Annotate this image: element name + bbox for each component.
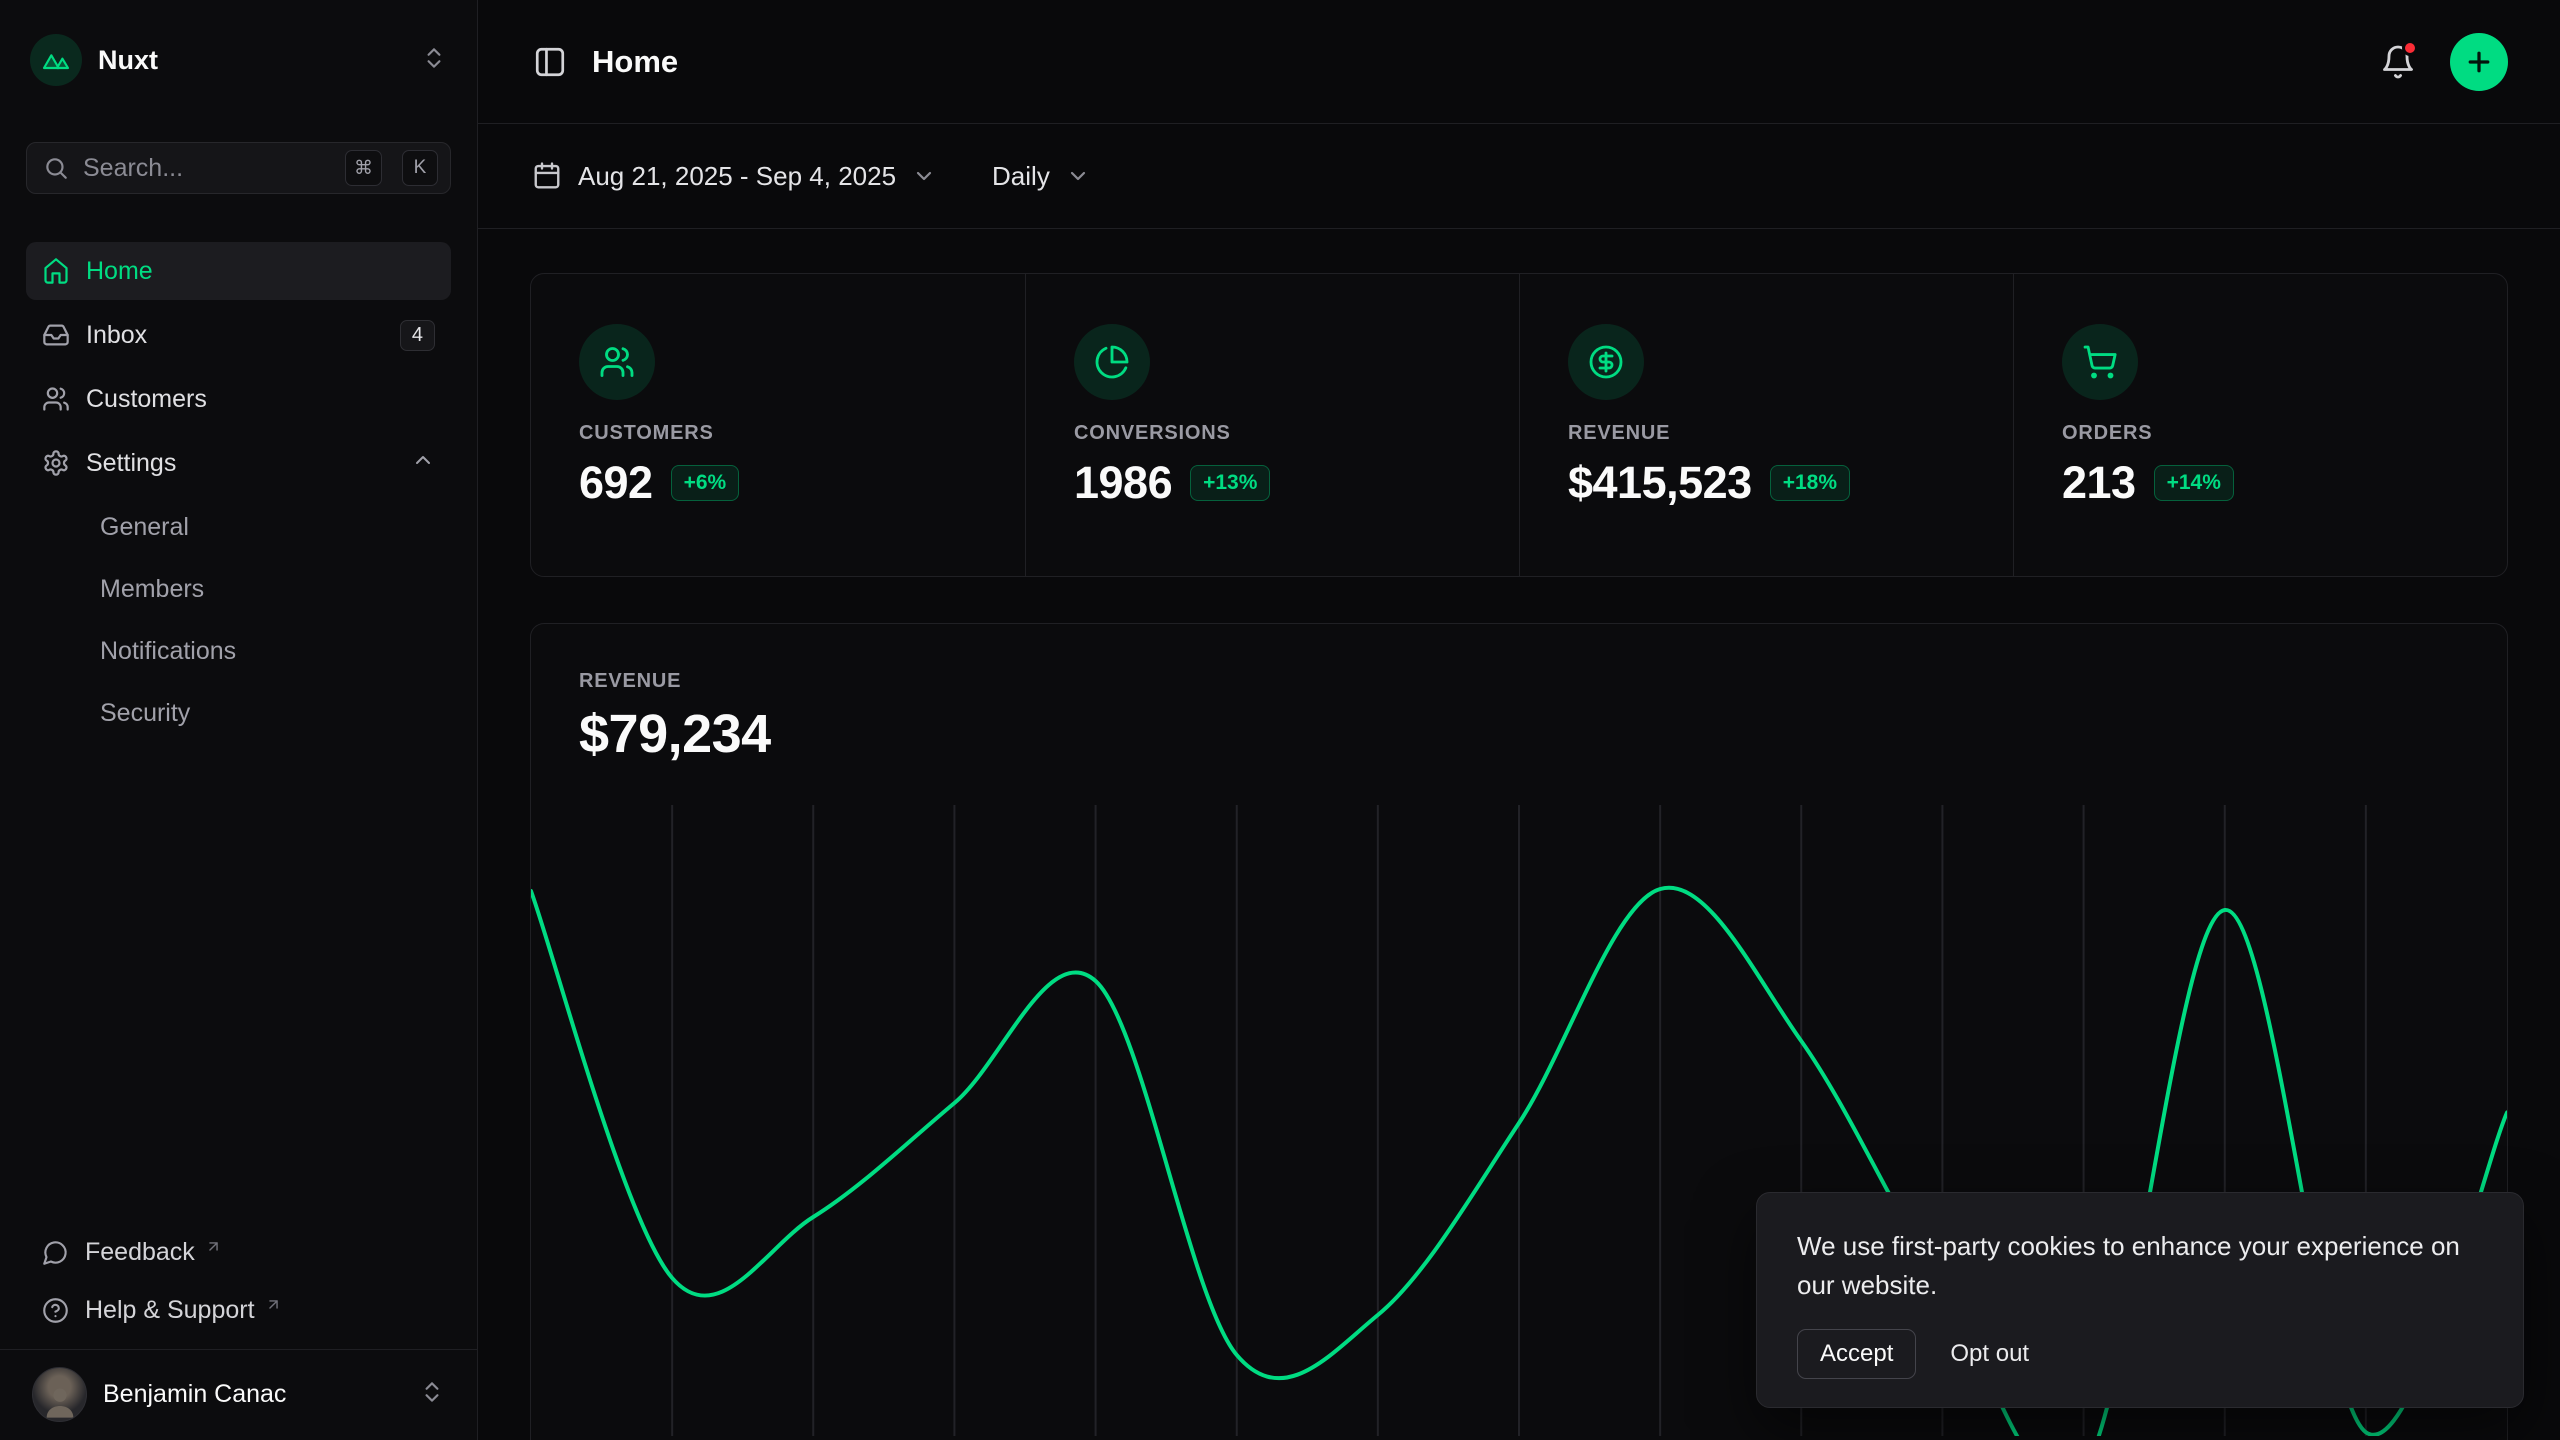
sidebar-item-security[interactable]: Security bbox=[26, 684, 451, 742]
sidebar-user-section: Benjamin Canac bbox=[0, 1349, 477, 1440]
stat-card-customers[interactable]: Customers 692 +6% bbox=[531, 274, 1025, 576]
stat-value: 213 bbox=[2062, 457, 2136, 509]
calendar-icon bbox=[532, 161, 562, 191]
chevron-down-icon bbox=[912, 164, 936, 188]
inbox-count-badge: 4 bbox=[400, 320, 435, 351]
feedback-link[interactable]: Feedback bbox=[26, 1223, 451, 1281]
search-icon bbox=[43, 155, 69, 181]
chevron-down-icon bbox=[1066, 164, 1090, 188]
help-support-link[interactable]: Help & Support bbox=[26, 1281, 451, 1339]
cookie-message: We use first-party cookies to enhance yo… bbox=[1797, 1227, 2483, 1305]
gear-icon bbox=[42, 449, 70, 477]
stat-delta-badge: +14% bbox=[2154, 465, 2234, 501]
stat-value: 692 bbox=[579, 457, 653, 509]
sidebar-item-notifications[interactable]: Notifications bbox=[26, 622, 451, 680]
cookie-consent-toast: We use first-party cookies to enhance yo… bbox=[1756, 1192, 2524, 1408]
page-title: Home bbox=[592, 44, 678, 80]
brand-name: Nuxt bbox=[98, 45, 158, 76]
stat-card-orders[interactable]: Orders 213 +14% bbox=[2013, 274, 2507, 576]
stat-delta-badge: +13% bbox=[1190, 465, 1270, 501]
users-icon bbox=[42, 385, 70, 413]
kbd-k: K bbox=[402, 150, 438, 186]
home-icon bbox=[42, 257, 70, 285]
sidebar-item-label: Inbox bbox=[86, 321, 147, 350]
stat-value: 1986 bbox=[1074, 457, 1172, 509]
external-link-icon bbox=[265, 1291, 282, 1320]
footer-item-label: Help & Support bbox=[85, 1296, 255, 1325]
stat-label: Customers bbox=[579, 422, 977, 445]
nuxt-logo-icon bbox=[30, 34, 82, 86]
add-button[interactable] bbox=[2450, 33, 2508, 91]
stat-label: Revenue bbox=[1568, 422, 1965, 445]
stat-label: Conversions bbox=[1074, 422, 1471, 445]
user-menu-button[interactable]: Benjamin Canac bbox=[26, 1364, 451, 1424]
sidebar: Nuxt ⌘ K Home bbox=[0, 0, 478, 1440]
search-input[interactable] bbox=[83, 154, 331, 183]
sidebar-nav: Home Inbox 4 C bbox=[26, 242, 451, 746]
notifications-button[interactable] bbox=[2376, 40, 2420, 84]
date-range-button[interactable]: Aug 21, 2025 - Sep 4, 2025 bbox=[532, 161, 936, 192]
stat-card-conversions[interactable]: Conversions 1986 +13% bbox=[1025, 274, 1519, 576]
sidebar-toggle-button[interactable] bbox=[530, 42, 570, 82]
sidebar-item-label: Customers bbox=[86, 385, 207, 414]
external-link-icon bbox=[205, 1233, 222, 1262]
sidebar-item-settings[interactable]: Settings bbox=[26, 434, 451, 492]
page-header: Home bbox=[478, 0, 2560, 124]
sidebar-item-label: Home bbox=[86, 257, 153, 286]
inbox-icon bbox=[42, 321, 70, 349]
sidebar-item-members[interactable]: Members bbox=[26, 560, 451, 618]
user-name: Benjamin Canac bbox=[103, 1380, 286, 1409]
chevrons-up-down-icon bbox=[419, 1379, 445, 1410]
sidebar-item-customers[interactable]: Customers bbox=[26, 370, 451, 428]
stat-delta-badge: +6% bbox=[671, 465, 740, 501]
revenue-chart-label: Revenue bbox=[579, 670, 2459, 693]
users-icon bbox=[579, 324, 655, 400]
panel-left-icon bbox=[533, 45, 567, 79]
sidebar-item-general[interactable]: General bbox=[26, 498, 451, 556]
plus-icon bbox=[2464, 47, 2494, 77]
workspace-selector[interactable]: Nuxt bbox=[26, 0, 451, 86]
filter-toolbar: Aug 21, 2025 - Sep 4, 2025 Daily bbox=[478, 124, 2560, 229]
stats-grid: Customers 692 +6% Conversions 1986 bbox=[530, 273, 2508, 577]
optout-cookies-button[interactable]: Opt out bbox=[1932, 1330, 2047, 1378]
help-circle-icon bbox=[42, 1297, 69, 1324]
granularity-select[interactable]: Daily bbox=[992, 161, 1090, 192]
revenue-chart-value: $79,234 bbox=[579, 703, 2459, 765]
stat-delta-badge: +18% bbox=[1770, 465, 1850, 501]
chevron-up-icon bbox=[411, 448, 435, 479]
sidebar-item-inbox[interactable]: Inbox 4 bbox=[26, 306, 451, 364]
stat-label: Orders bbox=[2062, 422, 2459, 445]
footer-item-label: Feedback bbox=[85, 1238, 195, 1267]
header-actions bbox=[2376, 33, 2508, 91]
sidebar-item-home[interactable]: Home bbox=[26, 242, 451, 300]
granularity-label: Daily bbox=[992, 161, 1050, 192]
chevrons-up-down-icon bbox=[421, 45, 447, 76]
stat-value: $415,523 bbox=[1568, 457, 1752, 509]
notification-dot bbox=[2402, 40, 2418, 56]
circle-dollar-icon bbox=[1568, 324, 1644, 400]
chart-pie-icon bbox=[1074, 324, 1150, 400]
sidebar-footer-nav: Feedback Help & Support bbox=[26, 1223, 451, 1339]
search-bar: ⌘ K bbox=[26, 142, 451, 194]
stat-card-revenue[interactable]: Revenue $415,523 +18% bbox=[1519, 274, 2013, 576]
message-bubble-icon bbox=[42, 1239, 69, 1266]
date-range-label: Aug 21, 2025 - Sep 4, 2025 bbox=[578, 161, 896, 192]
sidebar-spacer bbox=[26, 746, 451, 1223]
sidebar-item-label: Settings bbox=[86, 449, 176, 478]
kbd-cmd: ⌘ bbox=[345, 150, 382, 186]
avatar bbox=[32, 1367, 87, 1422]
accept-cookies-button[interactable]: Accept bbox=[1797, 1329, 1916, 1379]
shopping-cart-icon bbox=[2062, 324, 2138, 400]
